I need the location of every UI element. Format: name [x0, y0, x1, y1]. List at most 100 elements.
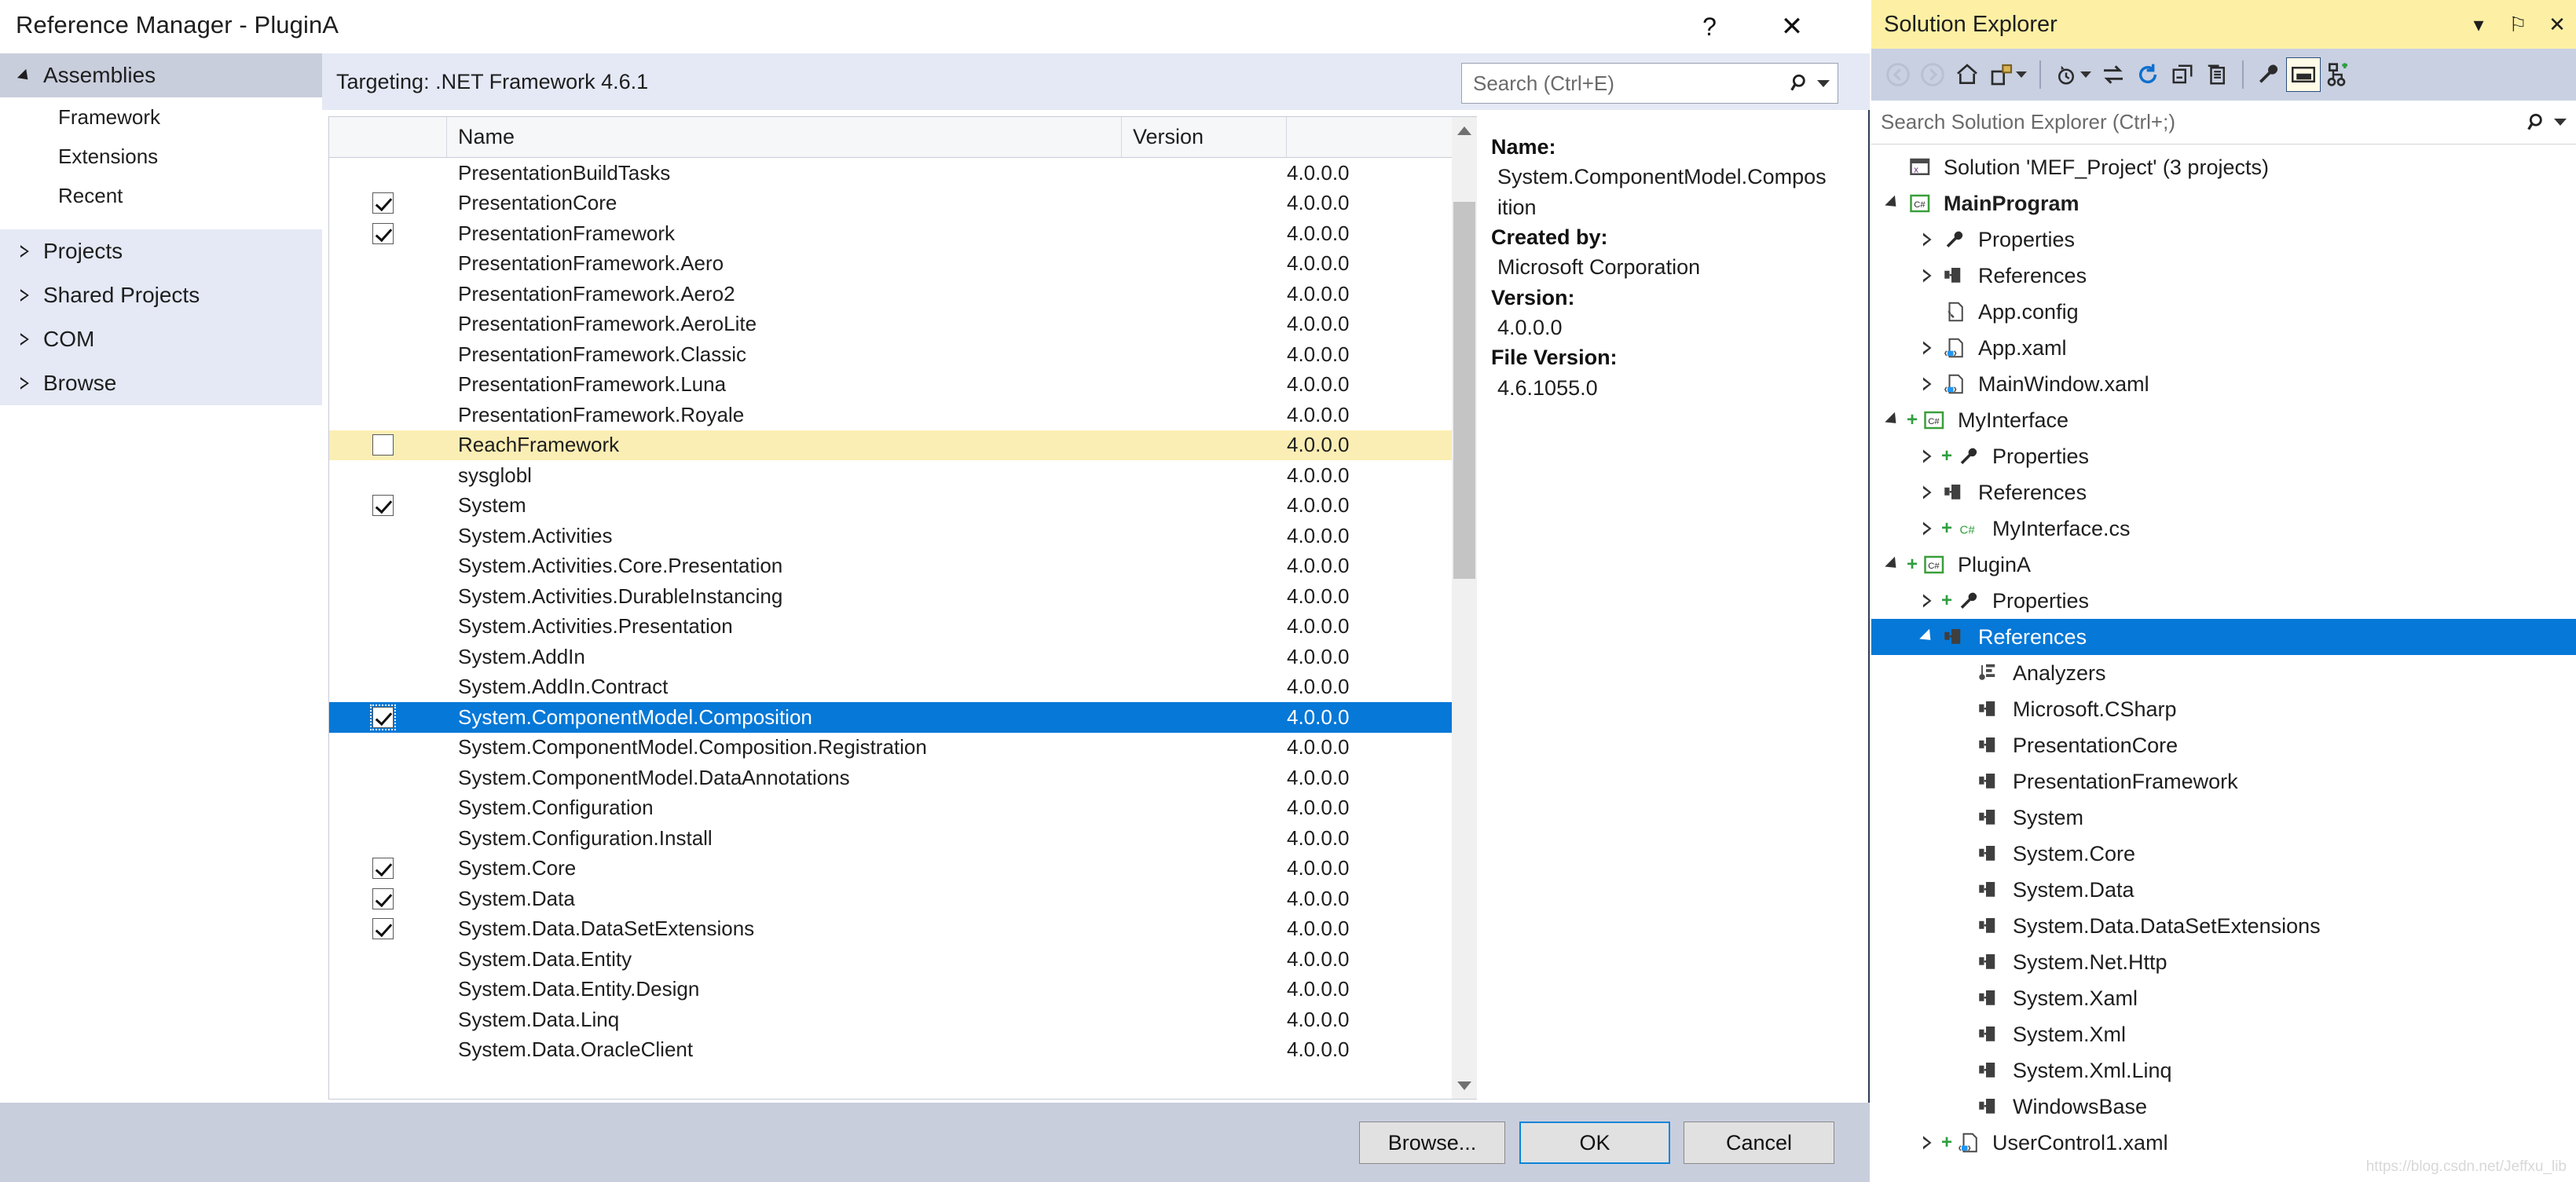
- assembly-row[interactable]: PresentationFramework.Aero2 4.0.0.0: [329, 279, 1452, 309]
- assembly-row[interactable]: System.AddIn 4.0.0.0: [329, 642, 1452, 672]
- tree-item[interactable]: WindowsBase: [1871, 1089, 2576, 1125]
- tree-item[interactable]: + C# MyInterface.cs: [1871, 510, 2576, 547]
- assembly-row[interactable]: System.Configuration 4.0.0.0: [329, 793, 1452, 824]
- assembly-row[interactable]: System.Configuration.Install 4.0.0.0: [329, 823, 1452, 854]
- browse-button[interactable]: Browse...: [1359, 1122, 1505, 1164]
- chevron-down-icon[interactable]: [1914, 628, 1940, 646]
- nav-item-framework[interactable]: Framework: [0, 97, 322, 137]
- assembly-row[interactable]: System 4.0.0.0: [329, 491, 1452, 521]
- tree-item[interactable]: System.Xaml: [1871, 980, 2576, 1016]
- nav-group-projects[interactable]: Projects: [0, 229, 322, 273]
- assembly-row[interactable]: sysglobl 4.0.0.0: [329, 460, 1452, 491]
- show-all-files-icon[interactable]: [2200, 57, 2234, 92]
- pin-icon[interactable]: ⚐: [2507, 13, 2529, 37]
- checkbox-icon[interactable]: [372, 434, 394, 456]
- nav-group-browse[interactable]: Browse: [0, 361, 322, 405]
- nav-group-com[interactable]: COM: [0, 317, 322, 361]
- chevron-right-icon[interactable]: [1914, 594, 1940, 608]
- properties-wrench-icon[interactable]: [2252, 57, 2286, 92]
- tree-item[interactable]: PresentationCore: [1871, 727, 2576, 763]
- tree-item[interactable]: System.Data: [1871, 872, 2576, 908]
- close-icon[interactable]: ✕: [2546, 13, 2568, 37]
- chevron-down-icon[interactable]: [2080, 71, 2091, 78]
- solution-search-input[interactable]: Search Solution Explorer (Ctrl+;): [1881, 110, 2527, 134]
- sync-with-active-document-icon[interactable]: [1984, 57, 2019, 92]
- tree-item[interactable]: References: [1871, 258, 2576, 294]
- chevron-down-icon[interactable]: [1817, 79, 1830, 87]
- forward-icon[interactable]: [1915, 57, 1950, 92]
- assembly-row[interactable]: PresentationFramework.Aero 4.0.0.0: [329, 249, 1452, 280]
- nav-group-shared-projects[interactable]: Shared Projects: [0, 273, 322, 317]
- column-header-name[interactable]: Name: [447, 117, 1122, 157]
- chevron-right-icon[interactable]: [1914, 521, 1940, 536]
- tree-item[interactable]: System.Core: [1871, 836, 2576, 872]
- nav-group-assemblies[interactable]: Assemblies: [0, 53, 322, 97]
- assembly-row[interactable]: System.Data 4.0.0.0: [329, 884, 1452, 914]
- assembly-row[interactable]: System.Core 4.0.0.0: [329, 854, 1452, 884]
- tree-item[interactable]: System.Data.DataSetExtensions: [1871, 908, 2576, 944]
- chevron-down-icon[interactable]: [1879, 556, 1906, 573]
- chevron-right-icon[interactable]: [1914, 1136, 1940, 1150]
- close-icon[interactable]: ✕: [1772, 9, 1812, 44]
- solution-search-box[interactable]: Search Solution Explorer (Ctrl+;): [1871, 101, 2576, 145]
- assembly-row[interactable]: System.Data.DataSetExtensions 4.0.0.0: [329, 914, 1452, 945]
- assembly-row[interactable]: PresentationFramework 4.0.0.0: [329, 218, 1452, 249]
- scrollbar-thumb[interactable]: [1453, 202, 1475, 579]
- cancel-button[interactable]: Cancel: [1684, 1122, 1834, 1164]
- tree-item[interactable]: + Properties: [1871, 583, 2576, 619]
- assembly-row[interactable]: System.ComponentModel.Composition 4.0.0.0: [329, 702, 1452, 733]
- assembly-checkbox-cell[interactable]: [329, 858, 447, 880]
- window-menu-icon[interactable]: ▾: [2468, 13, 2490, 37]
- assembly-checkbox-cell[interactable]: [329, 918, 447, 940]
- assembly-checkbox-cell[interactable]: [329, 222, 447, 244]
- chevron-right-icon[interactable]: [1914, 341, 1940, 355]
- tree-item[interactable]: + UserControl1.xaml: [1871, 1125, 2576, 1161]
- chevron-right-icon[interactable]: [1914, 377, 1940, 391]
- pending-changes-filter-icon[interactable]: [2049, 57, 2083, 92]
- tree-item[interactable]: System.Net.Http: [1871, 944, 2576, 980]
- column-header-version[interactable]: Version: [1122, 117, 1287, 157]
- checkbox-icon[interactable]: [372, 222, 394, 244]
- tree-item[interactable]: x Solution 'MEF_Project' (3 projects): [1871, 149, 2576, 185]
- tree-item[interactable]: MainWindow.xaml: [1871, 366, 2576, 402]
- tree-item[interactable]: System: [1871, 800, 2576, 836]
- tree-item[interactable]: + Properties: [1871, 438, 2576, 474]
- assembly-checkbox-cell[interactable]: [329, 495, 447, 517]
- tree-item[interactable]: System.Xml.Linq: [1871, 1052, 2576, 1089]
- back-icon[interactable]: [1881, 57, 1915, 92]
- tree-item[interactable]: App.config: [1871, 294, 2576, 330]
- nav-item-recent[interactable]: Recent: [0, 176, 322, 215]
- tree-item[interactable]: + C# MyInterface: [1871, 402, 2576, 438]
- search-input[interactable]: Search (Ctrl+E): [1462, 71, 1790, 96]
- checkbox-icon[interactable]: [372, 495, 394, 517]
- ok-button[interactable]: OK: [1519, 1122, 1670, 1164]
- scroll-down-button[interactable]: [1452, 1072, 1477, 1099]
- preview-selected-items-icon[interactable]: [2286, 57, 2321, 92]
- tree-item[interactable]: Microsoft.CSharp: [1871, 691, 2576, 727]
- checkbox-icon[interactable]: [372, 918, 394, 940]
- list-scrollbar[interactable]: [1452, 116, 1477, 1100]
- tree-item[interactable]: App.xaml: [1871, 330, 2576, 366]
- checkbox-icon[interactable]: [370, 704, 396, 730]
- assembly-row[interactable]: PresentationFramework.Luna 4.0.0.0: [329, 370, 1452, 401]
- assembly-row[interactable]: System.AddIn.Contract 4.0.0.0: [329, 672, 1452, 703]
- assembly-row[interactable]: System.Data.Entity.Design 4.0.0.0: [329, 975, 1452, 1005]
- assembly-row[interactable]: PresentationFramework.AeroLite 4.0.0.0: [329, 309, 1452, 340]
- help-button[interactable]: ?: [1689, 9, 1730, 44]
- assembly-checkbox-cell[interactable]: [329, 704, 447, 730]
- chevron-down-icon[interactable]: [1879, 195, 1906, 212]
- assembly-row[interactable]: System.ComponentModel.Composition.Regist…: [329, 733, 1452, 763]
- chevron-down-icon[interactable]: [2016, 71, 2027, 78]
- assembly-row[interactable]: System.ComponentModel.DataAnnotations 4.0…: [329, 763, 1452, 793]
- chevron-down-icon[interactable]: [1879, 412, 1906, 429]
- tree-item[interactable]: Properties: [1871, 221, 2576, 258]
- collapse-all-icon[interactable]: [2165, 57, 2200, 92]
- chevron-right-icon[interactable]: [1914, 232, 1940, 247]
- chevron-right-icon[interactable]: [1914, 269, 1940, 283]
- assembly-row[interactable]: System.Activities.Core.Presentation 4.0.0…: [329, 551, 1452, 582]
- switch-views-icon[interactable]: [2096, 57, 2131, 92]
- assembly-row[interactable]: System.Activities 4.0.0.0: [329, 521, 1452, 551]
- checkbox-icon[interactable]: [372, 192, 394, 214]
- tree-item[interactable]: Analyzers: [1871, 655, 2576, 691]
- assembly-row[interactable]: ReachFramework 4.0.0.0: [329, 430, 1452, 460]
